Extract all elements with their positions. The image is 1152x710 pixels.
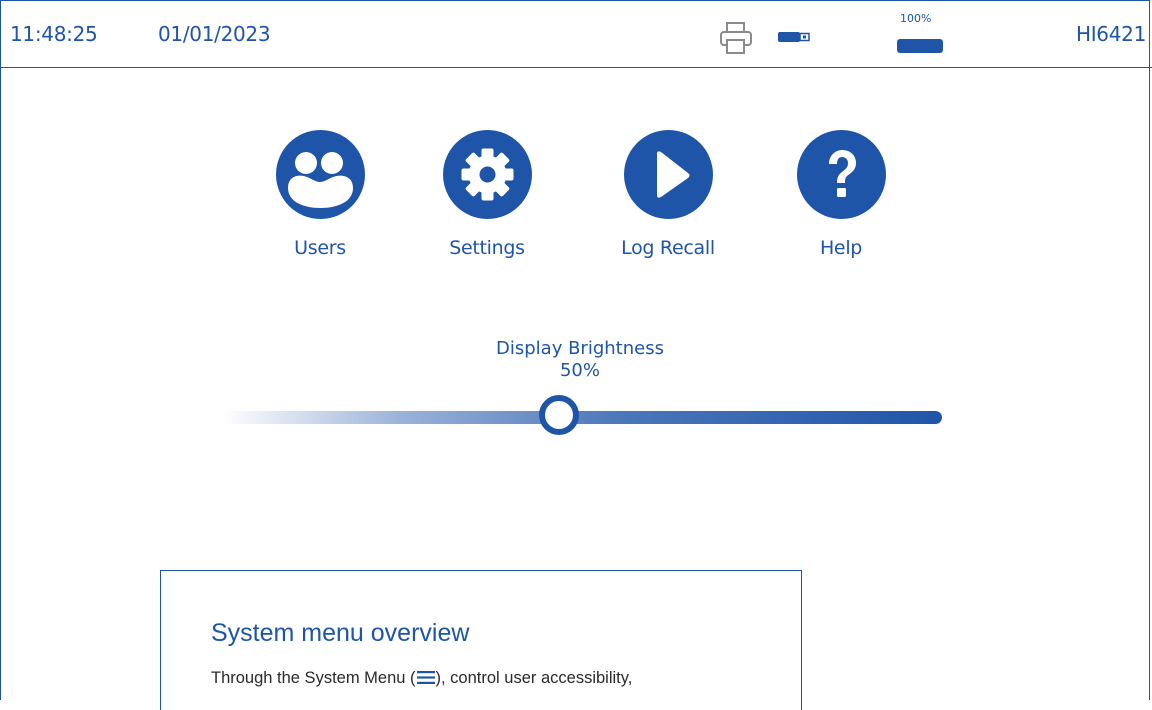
clock-date: 01/01/2023 xyxy=(158,22,271,46)
brightness-slider[interactable] xyxy=(222,395,942,435)
battery-icon xyxy=(897,39,943,53)
play-icon xyxy=(623,130,713,219)
status-bar: 11:48:25 01/01/2023 100% HI6421 xyxy=(0,0,1152,68)
printer-icon xyxy=(720,22,752,54)
callout-title: System menu overview xyxy=(211,619,470,647)
question-icon xyxy=(796,130,886,219)
overview-callout: System menu overview Through the System … xyxy=(160,570,802,710)
help-label: Help xyxy=(819,237,863,259)
battery-percent: 100% xyxy=(900,12,932,25)
settings-button[interactable]: Settings xyxy=(412,130,562,259)
log-recall-label: Log Recall xyxy=(621,237,715,259)
callout-body: Through the System Menu ( ), control user… xyxy=(211,669,632,688)
device-model: HI6421 xyxy=(1075,22,1146,46)
help-button[interactable]: Help xyxy=(766,130,916,259)
users-label: Users xyxy=(294,237,346,259)
settings-label: Settings xyxy=(449,237,525,259)
log-recall-button[interactable]: Log Recall xyxy=(593,130,743,259)
brightness-title: Display Brightness xyxy=(496,338,664,359)
callout-body-end: ), control user accessibility, xyxy=(435,669,633,687)
users-button[interactable]: Users xyxy=(245,130,395,259)
callout-body-start: Through the System Menu ( xyxy=(211,669,416,687)
clock-time: 11:48:25 xyxy=(10,22,98,46)
gear-icon xyxy=(442,130,532,219)
users-icon xyxy=(275,130,365,219)
brightness-slider-track[interactable] xyxy=(222,411,942,424)
hamburger-menu-icon xyxy=(416,671,435,684)
brightness-slider-thumb[interactable] xyxy=(539,395,579,435)
usb-icon xyxy=(778,32,810,42)
brightness-value: 50% xyxy=(559,360,600,381)
